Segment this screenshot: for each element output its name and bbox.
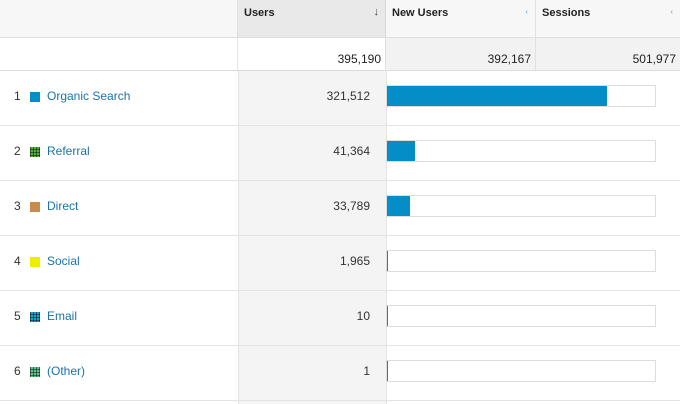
totals-sessions: 501,977 xyxy=(632,52,676,66)
users-value: 1 xyxy=(363,364,370,378)
channel-link[interactable]: (Other) xyxy=(47,364,85,378)
users-bar xyxy=(387,196,410,216)
header-new-users[interactable]: New Users ‹ xyxy=(386,0,536,38)
totals-dimension-cell xyxy=(0,38,238,70)
users-value: 321,512 xyxy=(326,89,370,103)
row-rank: 5 xyxy=(14,309,21,323)
totals-new-users-cell: 392,167 xyxy=(386,38,536,70)
table-row: 3 Direct 33,789 xyxy=(0,180,680,236)
row-rank: 6 xyxy=(14,364,21,378)
users-bar xyxy=(387,361,388,381)
users-bar xyxy=(387,306,388,326)
users-bar-track xyxy=(386,305,656,327)
totals-users: 395,190 xyxy=(337,52,381,66)
table-row: 2 Referral 41,364 xyxy=(0,125,680,181)
users-value: 41,364 xyxy=(333,144,370,158)
column-options-icon[interactable]: ‹ xyxy=(670,7,673,16)
table-header: Users ↓ New Users ‹ Sessions ‹ xyxy=(0,0,680,38)
acquisition-table: Users ↓ New Users ‹ Sessions ‹ 395,190 3… xyxy=(0,0,680,404)
totals-new-users: 392,167 xyxy=(487,52,531,66)
channel-color-swatch xyxy=(30,257,40,267)
header-dimension-cell xyxy=(0,0,238,38)
totals-row: 395,190 392,167 501,977 xyxy=(0,38,680,71)
channel-link[interactable]: Email xyxy=(47,309,77,323)
users-bar xyxy=(387,251,388,271)
users-bar-track xyxy=(386,140,656,162)
channel-color-swatch xyxy=(30,202,40,212)
header-sessions-label: Sessions xyxy=(542,7,591,19)
row-rank: 1 xyxy=(14,89,21,103)
table-row: 5 Email 10 xyxy=(0,290,680,346)
users-bar-track xyxy=(386,360,656,382)
header-sessions[interactable]: Sessions ‹ xyxy=(536,0,680,38)
channel-color-swatch xyxy=(30,312,40,322)
header-new-users-label: New Users xyxy=(392,7,449,19)
channel-color-swatch xyxy=(30,92,40,102)
channel-link[interactable]: Direct xyxy=(47,199,78,213)
row-rank: 4 xyxy=(14,254,21,268)
totals-users-cell: 395,190 xyxy=(238,38,386,70)
users-bar xyxy=(387,86,607,106)
channel-color-swatch xyxy=(30,367,40,377)
users-bar-track xyxy=(386,250,656,272)
users-value: 33,789 xyxy=(333,199,370,213)
header-users[interactable]: Users ↓ xyxy=(238,0,386,38)
table-row: 4 Social 1,965 xyxy=(0,235,680,291)
table-row: 1 Organic Search 321,512 xyxy=(0,70,680,126)
channel-color-swatch xyxy=(30,147,40,157)
channel-link[interactable]: Referral xyxy=(47,144,90,158)
row-rank: 2 xyxy=(14,144,21,158)
channel-link[interactable]: Organic Search xyxy=(47,89,130,103)
row-rank: 3 xyxy=(14,199,21,213)
users-value: 1,965 xyxy=(339,254,370,268)
column-options-icon[interactable]: ‹ xyxy=(525,7,528,16)
sort-down-arrow-icon[interactable]: ↓ xyxy=(374,6,380,18)
users-bar-track xyxy=(386,195,656,217)
table-row: 6 (Other) 1 xyxy=(0,345,680,401)
users-bar xyxy=(387,141,415,161)
totals-sessions-cell: 501,977 xyxy=(536,38,680,70)
users-bar-track xyxy=(386,85,656,107)
channel-link[interactable]: Social xyxy=(47,254,80,268)
header-users-label: Users xyxy=(244,7,275,19)
users-value: 10 xyxy=(356,309,370,323)
